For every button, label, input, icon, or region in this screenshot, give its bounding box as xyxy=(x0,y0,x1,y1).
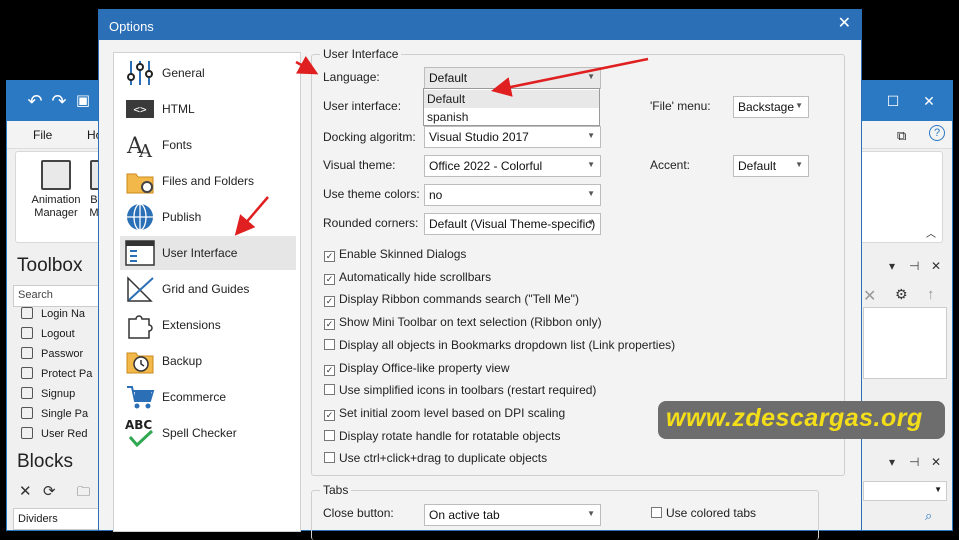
arrow-to-dropdown xyxy=(491,57,649,97)
annotation-arrows xyxy=(234,55,649,236)
arrow-to-user-interface xyxy=(234,196,269,236)
watermark: www.zdescargas.org xyxy=(658,401,945,439)
arrow-to-language xyxy=(295,55,319,75)
